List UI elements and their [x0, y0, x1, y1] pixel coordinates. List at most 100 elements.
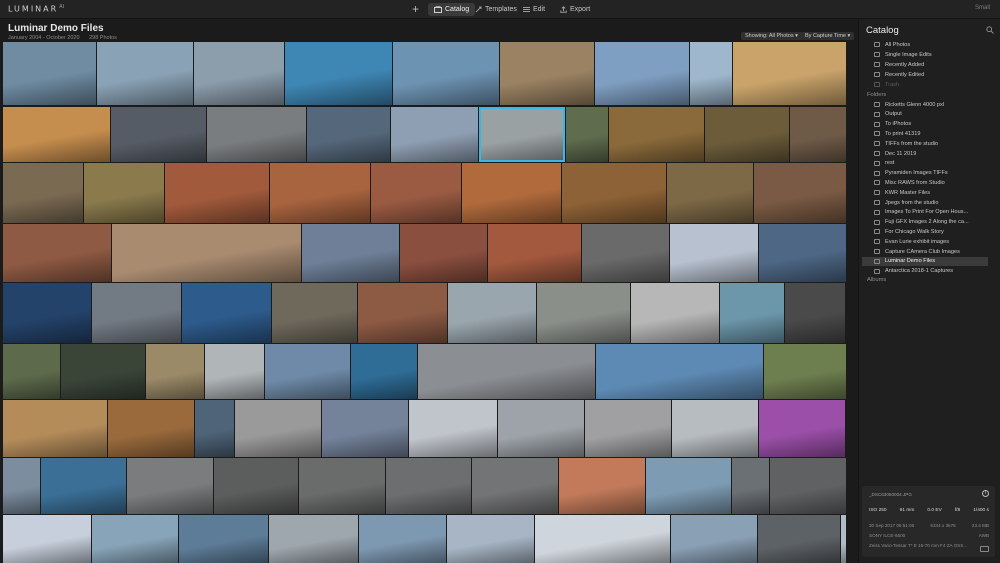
edit-metadata-icon[interactable] — [980, 546, 989, 552]
photo-thumbnail[interactable] — [705, 107, 789, 162]
photo-thumbnail[interactable] — [448, 283, 536, 343]
folder-item[interactable]: Dec 11 2019 — [862, 149, 988, 158]
photo-thumbnail[interactable] — [764, 344, 846, 399]
photo-thumbnail[interactable] — [472, 458, 558, 514]
thumbnail-size-dropdown[interactable]: Small — [975, 5, 990, 11]
folder-item[interactable]: Ricketts Glenn 4000 pxl — [862, 100, 988, 109]
photo-thumbnail[interactable] — [92, 515, 178, 563]
photo-thumbnail[interactable] — [146, 344, 204, 399]
photo-thumbnail[interactable] — [391, 107, 478, 162]
photo-thumbnail[interactable] — [214, 458, 298, 514]
photo-thumbnail[interactable] — [409, 400, 497, 457]
photo-thumbnail[interactable] — [111, 107, 206, 162]
photo-thumbnail[interactable] — [720, 283, 784, 343]
photo-thumbnail[interactable] — [479, 107, 565, 162]
photo-thumbnail[interactable] — [418, 344, 595, 399]
photo-thumbnail[interactable] — [671, 515, 757, 563]
photo-thumbnail[interactable] — [646, 458, 731, 514]
photo-thumbnail[interactable] — [3, 107, 110, 162]
photo-thumbnail[interactable] — [596, 344, 763, 399]
photo-thumbnail[interactable] — [672, 400, 758, 457]
photo-thumbnail[interactable] — [790, 107, 846, 162]
sort-dropdown[interactable]: By Capture Time ▾ — [801, 32, 855, 40]
photo-thumbnail[interactable] — [179, 515, 268, 563]
photo-thumbnail[interactable] — [359, 515, 446, 563]
info-icon[interactable]: i — [982, 490, 989, 497]
photo-thumbnail[interactable] — [270, 163, 370, 223]
photo-thumbnail[interactable] — [322, 400, 408, 457]
folder-item[interactable]: Output — [862, 110, 988, 119]
photo-thumbnail[interactable] — [207, 107, 306, 162]
photo-thumbnail[interactable] — [205, 344, 264, 399]
tab-export[interactable]: Export — [554, 3, 596, 16]
showing-filter-dropdown[interactable]: Showing: All Photos ▾ — [741, 32, 802, 40]
catalog-shortcut[interactable]: All Photos — [862, 40, 988, 49]
photo-thumbnail[interactable] — [759, 400, 845, 457]
photo-thumbnail[interactable] — [299, 458, 385, 514]
folder-item[interactable]: Images To Print For Open Hous... — [862, 208, 988, 217]
photo-thumbnail[interactable] — [3, 283, 91, 343]
photo-thumbnail[interactable] — [3, 163, 83, 223]
tab-edit[interactable]: Edit — [517, 3, 551, 16]
photo-thumbnail[interactable] — [285, 42, 392, 105]
photo-thumbnail[interactable] — [759, 224, 846, 282]
folder-item[interactable]: For Chicago Walk Story — [862, 227, 988, 236]
photo-thumbnail[interactable] — [559, 458, 645, 514]
photo-thumbnail[interactable] — [302, 224, 399, 282]
photo-thumbnail[interactable] — [3, 224, 111, 282]
photo-thumbnail[interactable] — [631, 283, 719, 343]
photo-thumbnail[interactable] — [488, 224, 581, 282]
photo-thumbnail[interactable] — [41, 458, 126, 514]
photo-thumbnail[interactable] — [358, 283, 447, 343]
photo-thumbnail[interactable] — [272, 283, 357, 343]
folder-item[interactable]: KWR Master Files — [862, 188, 988, 197]
photo-thumbnail[interactable] — [92, 283, 181, 343]
photo-thumbnail[interactable] — [462, 163, 561, 223]
catalog-shortcut[interactable]: Recently Edited — [862, 70, 988, 79]
folder-item[interactable]: rest — [862, 159, 988, 168]
photo-thumbnail[interactable] — [3, 515, 91, 563]
photo-thumbnail[interactable] — [667, 163, 753, 223]
photo-thumbnail[interactable] — [400, 224, 487, 282]
folder-item[interactable]: Fuji GFX Images 2 Along the ca... — [862, 218, 988, 227]
photo-thumbnail[interactable] — [265, 344, 350, 399]
photo-thumbnail[interactable] — [585, 400, 671, 457]
folder-item[interactable]: Pyramiden Images TIFFs — [862, 169, 988, 178]
folder-item[interactable]: Luminar Demo Files — [862, 256, 988, 266]
folder-item[interactable]: To print 41319 — [862, 129, 988, 138]
photo-thumbnail[interactable] — [785, 283, 845, 343]
folder-item[interactable]: Misc RAWS from Studio — [862, 178, 988, 187]
folder-item[interactable]: Evan Lurie exhibit images — [862, 237, 988, 246]
photo-thumbnail[interactable] — [754, 163, 846, 223]
photo-thumbnail[interactable] — [732, 458, 769, 514]
photo-thumbnail[interactable] — [182, 283, 271, 343]
photo-thumbnail[interactable] — [498, 400, 584, 457]
photo-thumbnail[interactable] — [61, 344, 145, 399]
photo-thumbnail[interactable] — [3, 344, 60, 399]
photo-thumbnail[interactable] — [562, 163, 666, 223]
search-icon[interactable] — [986, 26, 994, 34]
photo-thumbnail[interactable] — [670, 224, 758, 282]
photo-thumbnail[interactable] — [770, 458, 846, 514]
photo-thumbnail[interactable] — [269, 515, 358, 563]
photo-thumbnail[interactable] — [3, 458, 40, 514]
photo-thumbnail[interactable] — [535, 515, 670, 563]
photo-thumbnail[interactable] — [3, 400, 107, 457]
folder-item[interactable]: Jpegs from the studio — [862, 198, 988, 207]
photo-thumbnail[interactable] — [386, 458, 471, 514]
photo-thumbnail[interactable] — [97, 42, 193, 105]
photo-thumbnail[interactable] — [108, 400, 194, 457]
photo-thumbnail[interactable] — [447, 515, 534, 563]
photo-thumbnail[interactable] — [371, 163, 461, 223]
photo-thumbnail[interactable] — [195, 400, 234, 457]
tab-templates[interactable]: Templates — [469, 3, 523, 16]
photo-thumbnail[interactable] — [841, 515, 846, 563]
photo-thumbnail[interactable] — [165, 163, 269, 223]
catalog-shortcut[interactable]: Recently Added — [862, 60, 988, 69]
photo-thumbnail[interactable] — [235, 400, 321, 457]
catalog-shortcut[interactable]: Trash — [862, 80, 988, 89]
photo-thumbnail[interactable] — [595, 42, 689, 105]
photo-thumbnail[interactable] — [500, 42, 594, 105]
photo-thumbnail[interactable] — [609, 107, 704, 162]
photo-thumbnail[interactable] — [537, 283, 630, 343]
